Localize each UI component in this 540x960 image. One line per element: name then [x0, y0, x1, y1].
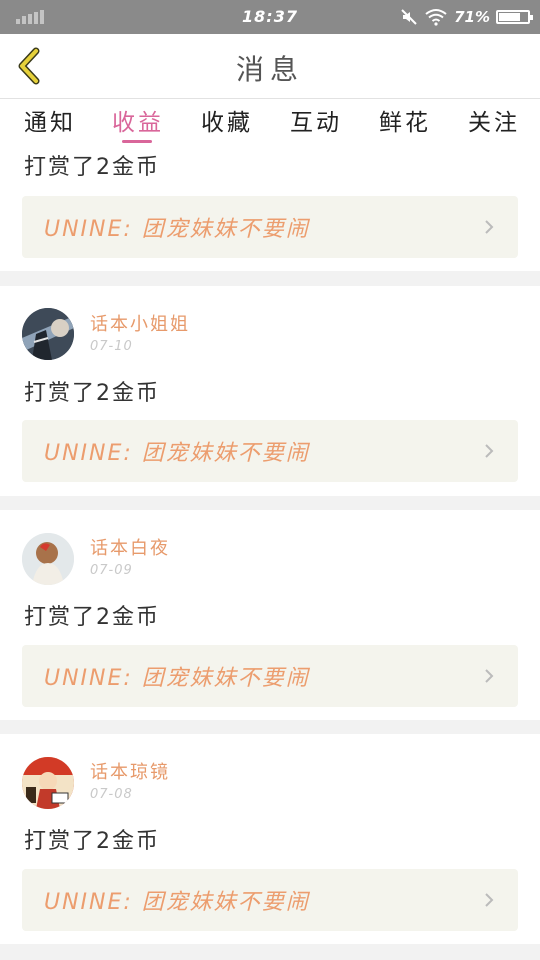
- list-item: 打赏了2金币 UNINE: 团宠妹妹不要闹: [0, 143, 540, 271]
- battery-icon: [496, 10, 533, 24]
- user-name[interactable]: 话本白夜: [90, 534, 170, 560]
- battery-percent: 71%: [454, 8, 490, 26]
- item-date: 07-09: [90, 563, 133, 578]
- quoted-work[interactable]: UNINE: 团宠妹妹不要闹: [22, 420, 518, 482]
- list-item: 话本白夜 07-09 打赏了2金币 UNINE: 团宠妹妹不要闹: [0, 510, 540, 720]
- reward-message: 打赏了2金币: [24, 605, 160, 630]
- header: 消息: [0, 34, 540, 99]
- reward-message: 打赏了2金币: [24, 155, 160, 180]
- chevron-right-icon: [485, 669, 494, 683]
- avatar[interactable]: [22, 308, 74, 360]
- tab-earnings[interactable]: 收益: [112, 103, 164, 137]
- page-title: 消息: [235, 53, 304, 86]
- avatar[interactable]: [22, 757, 74, 809]
- user-name[interactable]: 话本琼镜: [90, 758, 170, 784]
- tab-bar: 通知 收益 收藏 互动 鲜花 关注: [0, 99, 540, 143]
- list-item: 话本琼镜 07-08 打赏了2金币 UNINE: 团宠妹妹不要闹: [0, 734, 540, 944]
- message-list[interactable]: 打赏了2金币 UNINE: 团宠妹妹不要闹 话本小姐姐 07-10 打赏了2金币…: [0, 143, 540, 960]
- chevron-right-icon: [485, 893, 494, 907]
- reward-message: 打赏了2金币: [24, 381, 160, 406]
- tab-notifications[interactable]: 通知: [24, 103, 76, 137]
- list-item: 话本小姐姐 07-10 打赏了2金币 UNINE: 团宠妹妹不要闹: [0, 286, 540, 496]
- quoted-work[interactable]: UNINE: 团宠妹妹不要闹: [22, 645, 518, 707]
- avatar[interactable]: [22, 533, 74, 585]
- item-date: 07-10: [90, 339, 133, 354]
- chevron-right-icon: [485, 444, 494, 458]
- wifi-icon: [425, 9, 447, 26]
- mute-icon: [401, 9, 417, 25]
- tab-interactions[interactable]: 互动: [290, 103, 342, 137]
- chevron-right-icon: [485, 220, 494, 234]
- quoted-work-title: UNINE: 团宠妹妹不要闹: [44, 666, 310, 691]
- quoted-work-title: UNINE: 团宠妹妹不要闹: [44, 441, 310, 466]
- reward-message: 打赏了2金币: [24, 829, 160, 854]
- quoted-work-title: UNINE: 团宠妹妹不要闹: [44, 890, 310, 915]
- item-date: 07-08: [90, 787, 133, 802]
- tab-following[interactable]: 关注: [468, 103, 520, 137]
- user-name[interactable]: 话本小姐姐: [90, 310, 190, 336]
- quoted-work[interactable]: UNINE: 团宠妹妹不要闹: [22, 196, 518, 258]
- status-bar: 18:37 71%: [0, 0, 540, 34]
- tab-favorites[interactable]: 收藏: [201, 103, 253, 137]
- quoted-work-title: UNINE: 团宠妹妹不要闹: [44, 217, 310, 242]
- quoted-work[interactable]: UNINE: 团宠妹妹不要闹: [22, 869, 518, 931]
- tab-flowers[interactable]: 鲜花: [379, 103, 431, 137]
